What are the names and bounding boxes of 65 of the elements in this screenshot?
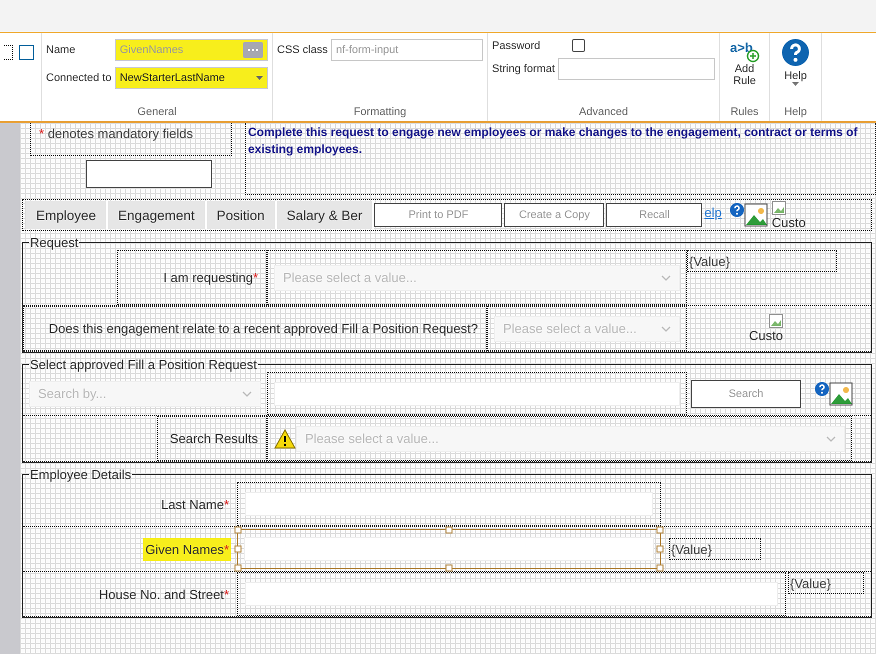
image-caption: Custo: [749, 328, 783, 343]
text-field[interactable]: [237, 529, 661, 569]
tab[interactable]: Engagement: [108, 201, 207, 229]
group-title: Advanced: [578, 106, 629, 120]
help-link[interactable]: elp: [704, 204, 722, 220]
ellipsis-icon[interactable]: [243, 42, 263, 58]
action-button[interactable]: Print to PDF: [374, 203, 502, 227]
add-rule-button[interactable]: a>b Add Rule: [722, 39, 766, 87]
connected-to-dropdown[interactable]: NewStarterLastName: [114, 67, 268, 89]
square-icon[interactable]: [19, 45, 34, 60]
tab[interactable]: Employee: [26, 201, 108, 229]
action-button[interactable]: Create a Copy: [504, 203, 604, 227]
name-field[interactable]: GivenNames: [114, 39, 268, 61]
value-tag: {Value}: [788, 572, 864, 594]
action-button[interactable]: Recall: [606, 203, 702, 227]
group-title: Help: [783, 106, 808, 120]
mandatory-note: * denotes mandatory fields: [30, 123, 232, 156]
text-field[interactable]: [86, 160, 212, 188]
image-caption: Custo: [772, 214, 806, 230]
broken-image-icon: [769, 314, 783, 328]
field-label: I am requesting*: [162, 269, 259, 287]
help-icon: [815, 382, 829, 396]
dropdown[interactable]: Please select a value...: [274, 264, 680, 290]
warning-icon: [274, 428, 296, 448]
tab[interactable]: Position: [206, 201, 277, 229]
search-field[interactable]: [274, 382, 680, 406]
caret-icon: [826, 436, 836, 442]
search-button[interactable]: Search: [691, 380, 801, 408]
help-icon: [730, 203, 744, 217]
section-legend: Employee Details: [29, 467, 132, 482]
caret-icon: [242, 390, 252, 396]
caret-icon: [661, 274, 671, 280]
connected-to-label: Connected to: [46, 72, 112, 84]
string-format-field[interactable]: [558, 58, 715, 80]
caret-icon: [256, 76, 263, 80]
field-label: Search Results: [168, 430, 259, 448]
field-label: Given Names*: [143, 538, 231, 560]
css-class-label: CSS class: [277, 44, 329, 56]
css-class-field[interactable]: nf-form-input: [331, 39, 483, 61]
group-title: Rules: [729, 106, 760, 120]
intro-text: Complete this request to engage new employees or make changes to the engagement, contract or terms of existing employees.: [245, 123, 876, 195]
section-legend: Request: [29, 235, 80, 250]
caret-icon: [661, 326, 671, 332]
password-label: Password: [492, 40, 542, 52]
caret-icon: [792, 82, 799, 86]
field-label: Does this engagement relate to a recent approved Fill a Position Request?: [48, 320, 479, 338]
dropdown[interactable]: Please select a value...: [296, 426, 845, 452]
group-title: General: [136, 106, 178, 120]
value-tag: {Value}: [687, 250, 837, 272]
section-legend: Select approved Fill a Position Request: [29, 357, 258, 372]
broken-image-icon: [772, 200, 786, 214]
help-button[interactable]: Help: [774, 39, 818, 86]
dropdown[interactable]: Please select a value...: [494, 316, 680, 342]
string-format-label: String format: [492, 63, 556, 75]
password-checkbox[interactable]: [572, 39, 585, 52]
field-label: House No. and Street*: [98, 586, 230, 604]
image-icon: [744, 203, 768, 227]
group-title: Formatting: [352, 106, 408, 120]
image-icon: [829, 382, 853, 406]
name-label: Name: [46, 44, 76, 56]
field-label: Last Name*: [160, 496, 230, 514]
tab[interactable]: Salary & Ber: [276, 201, 374, 229]
value-tag: {Value}: [669, 538, 761, 560]
help-icon: [782, 39, 809, 66]
search-by-dropdown[interactable]: Search by...: [29, 380, 261, 406]
